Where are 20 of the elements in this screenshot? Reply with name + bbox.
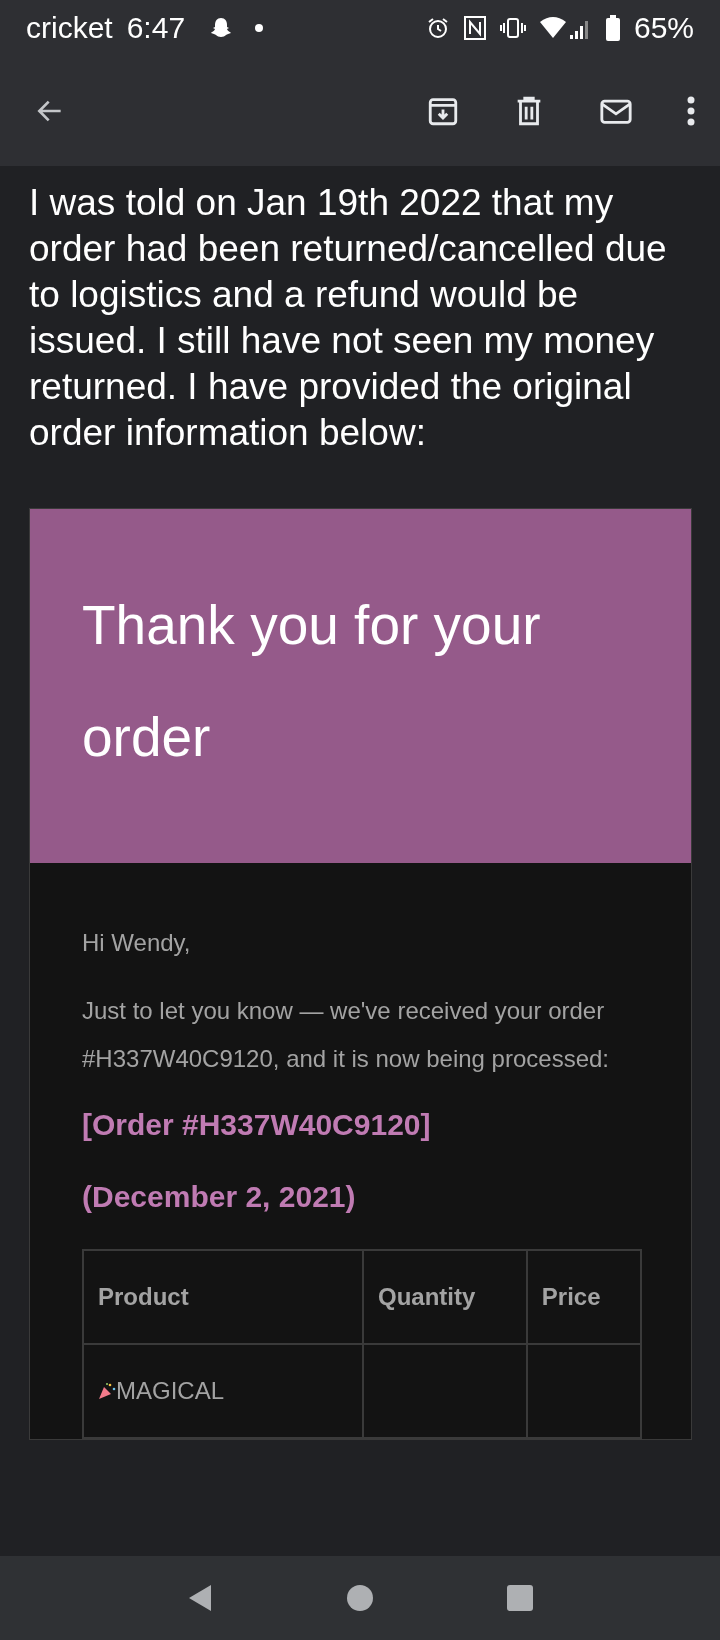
battery-percent: 65% xyxy=(633,11,694,45)
column-header: Price xyxy=(526,1250,641,1344)
vibrate-icon xyxy=(499,18,526,38)
email-paragraph: Just to let you know — we've received your order #H337W40C9120, and it is now being processed: xyxy=(82,996,610,1074)
battery-icon xyxy=(605,15,620,41)
carrier-name: cricket xyxy=(26,11,113,45)
dot-icon xyxy=(255,24,264,32)
product-name: MAGICAL xyxy=(116,1376,225,1405)
clock: 6:47 xyxy=(126,11,186,45)
more-icon xyxy=(686,94,696,128)
email-title: Thank you for your order xyxy=(82,593,542,770)
party-popper-icon xyxy=(98,1381,116,1400)
order-date: (December 2, 2021) xyxy=(82,1179,357,1215)
column-header: Quantity xyxy=(363,1250,527,1344)
column-header: Product xyxy=(83,1250,363,1344)
greeting: Hi Wendy, xyxy=(82,928,192,958)
nfc-icon xyxy=(463,16,486,40)
message-text: I was told on Jan 19th 2022 that my order had been returned/cancelled due to logistics and a refund would be issued. I still have not seen my money returned. I have provided the original order information below: xyxy=(29,181,668,455)
ghost-icon xyxy=(209,16,234,40)
order-link[interactable]: [Order #H337W40C9120] xyxy=(82,1105,621,1145)
